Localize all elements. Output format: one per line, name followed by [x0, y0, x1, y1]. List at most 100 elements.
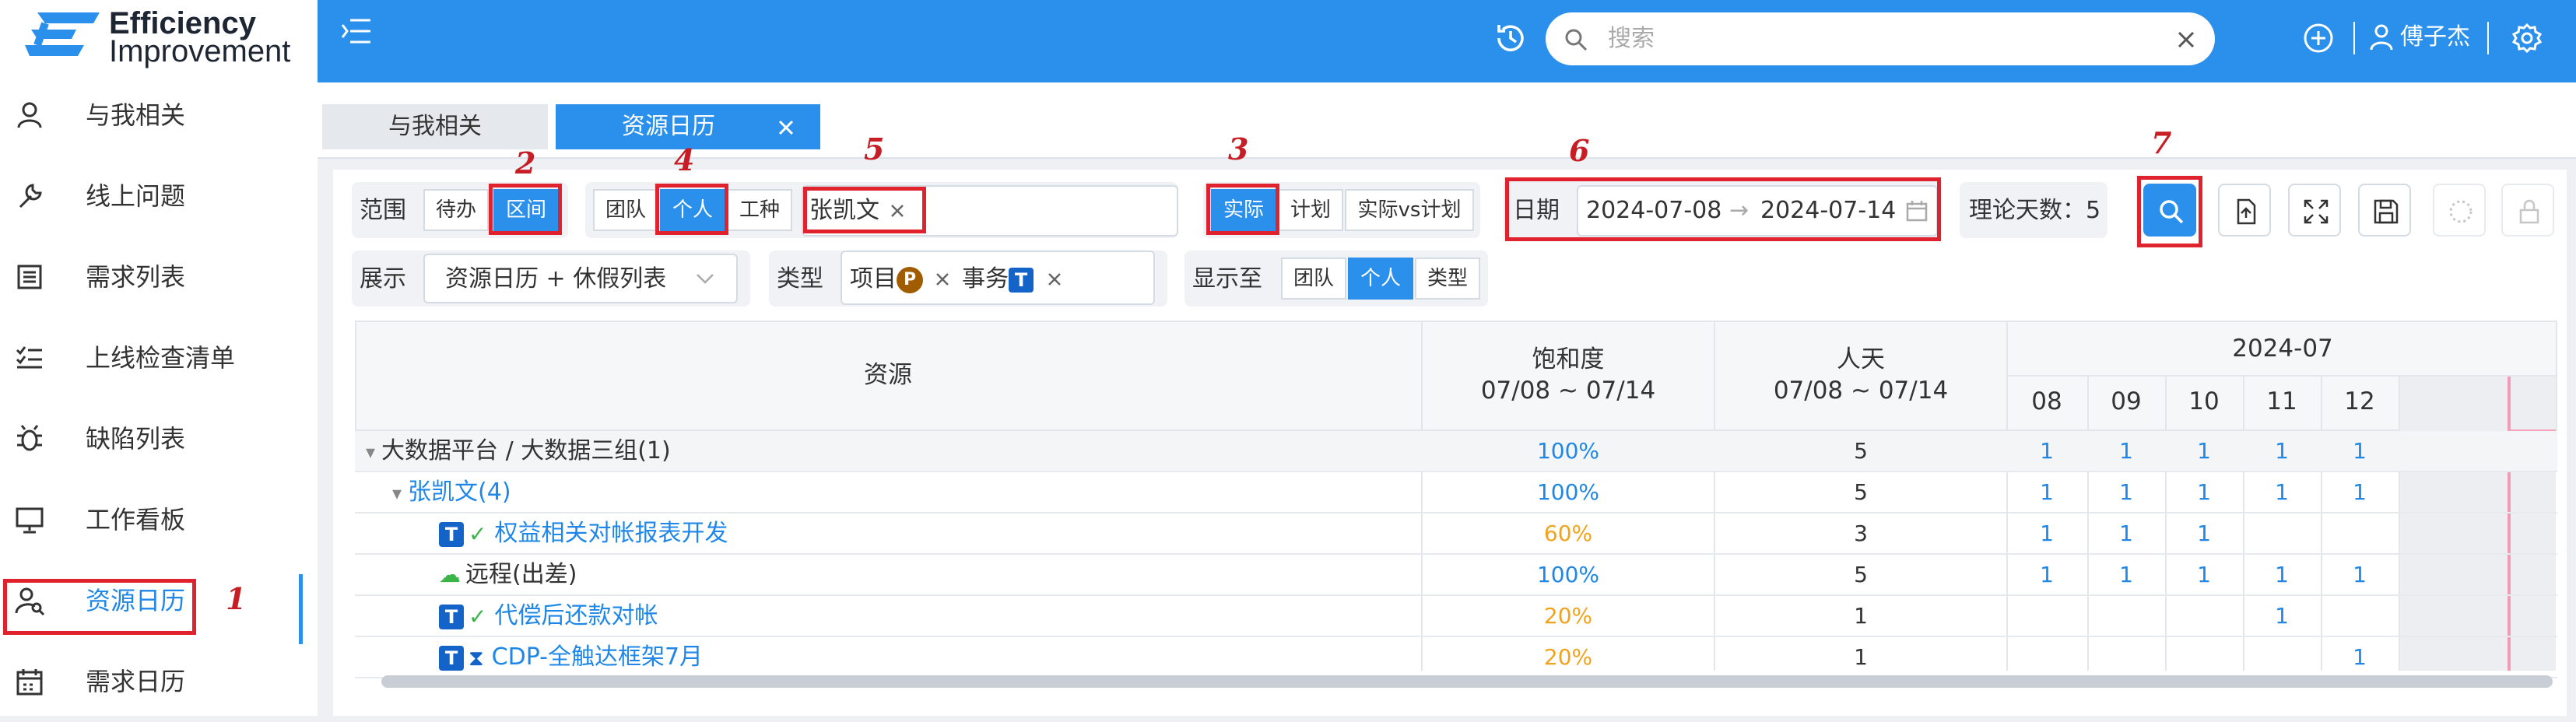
row-name[interactable]: ▾ 张凯文(4): [392, 477, 511, 509]
day-header: 10: [2188, 387, 2220, 415]
sidebar-item-label: 缺陷列表: [86, 424, 186, 454]
annotation-4: 4: [674, 142, 695, 177]
lock-button[interactable]: [2501, 184, 2554, 237]
brand-line-2: Improvement: [109, 34, 291, 68]
display-type-button[interactable]: 类型: [1415, 258, 1480, 300]
sidebar-item-label: 上线检查清单: [86, 343, 236, 373]
day-cell[interactable]: 1: [2321, 437, 2399, 465]
highlight-box-6: [1505, 177, 1941, 241]
sidebar-item-related[interactable]: 与我相关: [0, 75, 305, 156]
menu-collapse-icon[interactable]: [341, 17, 372, 45]
tab-related[interactable]: 与我相关: [322, 104, 548, 149]
day-cell[interactable]: 1: [2321, 561, 2399, 589]
header-divider: [2487, 22, 2489, 54]
day-cell[interactable]: 1: [2008, 478, 2086, 506]
expand-caret-icon[interactable]: ▾: [366, 441, 375, 463]
mode-plan-button[interactable]: 计划: [1278, 189, 1343, 231]
who-team-button[interactable]: 团队: [593, 189, 658, 231]
save-button[interactable]: [2358, 184, 2411, 237]
top-header: 搜索 傅子杰: [318, 0, 2576, 82]
header-divider: [2353, 22, 2355, 54]
affair-badge-icon: T: [439, 521, 464, 547]
row-name[interactable]: T ⧗ CDP-全触达框架7月: [439, 642, 703, 674]
show-select-value: 资源日历 + 休假列表: [445, 265, 667, 293]
loading-spinner-icon: [2449, 200, 2472, 223]
day-cell[interactable]: 1: [2165, 478, 2243, 506]
day-cell[interactable]: 1: [2243, 478, 2321, 506]
affair-badge-icon: T: [1009, 267, 1034, 293]
day-cell[interactable]: 1: [2321, 478, 2399, 506]
search-input[interactable]: 搜索: [1608, 23, 1655, 54]
app-logo[interactable]: Efficiency Improvement: [22, 8, 318, 67]
row-label: 张凯文(4): [408, 478, 511, 506]
day-cell[interactable]: 1: [2165, 437, 2243, 465]
row-name[interactable]: T ✓ 代偿后还款对帐: [439, 601, 658, 633]
row-name[interactable]: ▾ 大数据平台 / 大数据三组(1): [366, 436, 671, 468]
day-cell[interactable]: 1: [2243, 561, 2321, 589]
day-cell[interactable]: 1: [2321, 643, 2399, 671]
type-tag-affair: 事务 T: [962, 264, 1034, 295]
mandays-cell: 5: [1854, 479, 1868, 505]
type-tag-label: 事务: [962, 265, 1009, 293]
day-cell[interactable]: 1: [2087, 561, 2165, 589]
theory-days-label: 理论天数：: [1969, 197, 2086, 224]
row-name[interactable]: T ✓ 权益相关对帐报表开发: [439, 518, 728, 550]
day-cell[interactable]: 1: [2087, 437, 2165, 465]
sidebar-item-label: 需求日历: [86, 667, 186, 696]
annotation-2: 2: [515, 145, 536, 180]
col-mandays-header: 人天: [1837, 345, 1885, 373]
display-person-button[interactable]: 个人: [1348, 258, 1413, 300]
sidebar-item-checklist[interactable]: 上线检查清单: [0, 317, 305, 398]
day-cell[interactable]: 1: [2087, 520, 2165, 548]
page-tabs: 与我相关 资源日历: [318, 82, 2576, 159]
display-team-button[interactable]: 团队: [1281, 258, 1346, 300]
fullscreen-button[interactable]: [2288, 184, 2341, 237]
horizontal-scrollbar[interactable]: [381, 675, 2553, 688]
day-cell[interactable]: 1: [2008, 437, 2086, 465]
row-label: 大数据平台 / 大数据三组(1): [381, 437, 671, 464]
lock-icon: [2519, 199, 2539, 224]
day-cell[interactable]: 1: [2165, 561, 2243, 589]
search-box[interactable]: 搜索: [1546, 12, 2215, 65]
close-tab-icon[interactable]: [778, 120, 794, 135]
day-cell[interactable]: 1: [2008, 561, 2086, 589]
active-nav-indicator: [299, 574, 303, 644]
day-cell[interactable]: 1: [2243, 437, 2321, 465]
saturation-cell: 20%: [1543, 644, 1593, 670]
saturation-cell: 20%: [1543, 603, 1593, 629]
row-name: ☁ 远程(出差): [439, 559, 577, 591]
history-icon[interactable]: [1494, 22, 1527, 54]
day-cell[interactable]: 1: [2165, 520, 2243, 548]
fullscreen-icon: [2304, 199, 2329, 224]
row-label: 代偿后还款对帐: [494, 602, 658, 629]
chevron-down-icon: [697, 274, 714, 284]
refresh-button[interactable]: [2433, 184, 2486, 237]
remove-tag-icon[interactable]: [935, 272, 949, 286]
affair-badge-icon: T: [439, 645, 464, 671]
sidebar-item-online-issues[interactable]: 线上问题: [0, 156, 305, 237]
who-role-button[interactable]: 工种: [727, 189, 792, 231]
clear-search-icon[interactable]: [2178, 31, 2195, 48]
sidebar-item-board[interactable]: 工作看板: [0, 479, 305, 560]
show-label: 展示: [360, 265, 406, 293]
username[interactable]: 傅子杰: [2400, 22, 2470, 53]
add-icon[interactable]: [2302, 22, 2335, 54]
sidebar-item-requirements[interactable]: 需求列表: [0, 237, 305, 317]
scope-todo-button[interactable]: 待办: [423, 189, 489, 231]
sidebar-item-defects[interactable]: 缺陷列表: [0, 398, 305, 479]
sidebar-item-label: 工作看板: [86, 505, 186, 534]
export-button[interactable]: [2218, 184, 2271, 237]
expand-caret-icon[interactable]: ▾: [392, 482, 402, 504]
sidebar-item-req-calendar[interactable]: 需求日历: [0, 641, 305, 722]
type-label: 类型: [777, 265, 823, 293]
saturation-cell: 100%: [1536, 479, 1600, 505]
day-cell[interactable]: 1: [2087, 478, 2165, 506]
mode-compare-button[interactable]: 实际vs计划: [1345, 189, 1474, 231]
type-tag-label: 项目: [850, 265, 897, 293]
day-cell[interactable]: 1: [2243, 602, 2321, 630]
tab-label: 资源日历: [622, 113, 715, 140]
remove-tag-icon[interactable]: [1048, 272, 1062, 286]
day-header: 11: [2266, 387, 2297, 415]
settings-gear-icon[interactable]: [2512, 23, 2542, 53]
day-cell[interactable]: 1: [2008, 520, 2086, 548]
